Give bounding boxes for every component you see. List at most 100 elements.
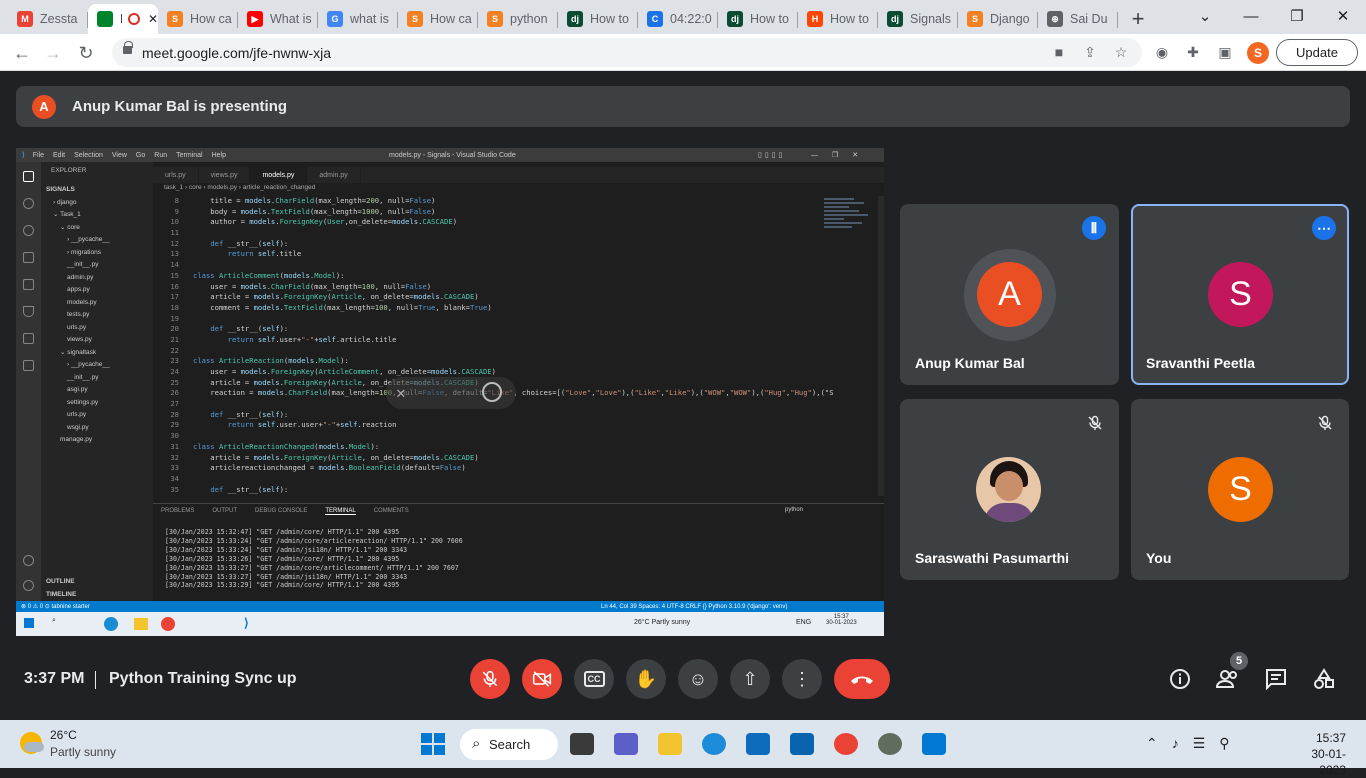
- panel-tab[interactable]: TERMINAL: [325, 508, 356, 515]
- code-line[interactable]: 34: [153, 474, 833, 485]
- minimize-button[interactable]: —: [1228, 0, 1274, 32]
- vscode-menu-item[interactable]: Help: [212, 152, 226, 159]
- explorer-item[interactable]: SIGNALS: [46, 184, 75, 195]
- back-arrow-icon[interactable]: ←: [9, 40, 35, 66]
- participant-tile[interactable]: A ⦀ Anup Kumar Bal: [900, 204, 1119, 385]
- code-line[interactable]: 13 return self.title: [153, 249, 833, 260]
- chat-icon[interactable]: [1263, 666, 1289, 692]
- code-line[interactable]: 19: [153, 314, 833, 325]
- explorer-item[interactable]: asgi.py: [67, 384, 88, 395]
- captions-button[interactable]: CC: [574, 659, 614, 699]
- outline-section[interactable]: OUTLINE: [46, 576, 75, 587]
- participant-tile[interactable]: S ⋯ Sravanthi Peetla: [1131, 204, 1349, 385]
- explorer-item[interactable]: views.py: [67, 334, 92, 345]
- close-tab-icon[interactable]: ✕: [148, 12, 158, 26]
- code-line[interactable]: 20 def __str__(self):: [153, 324, 833, 335]
- terminal-output[interactable]: [30/Jan/2023 15:32:47] "GET /admin/core/…: [153, 518, 884, 590]
- explorer-item[interactable]: ⌄ signaltask: [60, 347, 96, 358]
- camera-toggle-button[interactable]: [522, 659, 562, 699]
- browser-tab[interactable]: ▶ What is: [238, 4, 318, 34]
- new-tab-button[interactable]: +: [1118, 4, 1158, 34]
- explorer-item[interactable]: settings.py: [67, 397, 98, 408]
- browser-tab[interactable]: ⊕ Sai Du: [1038, 4, 1118, 34]
- vscode-menu-item[interactable]: Terminal: [176, 152, 202, 159]
- code-line[interactable]: 23 class ArticleReaction(models.Model):: [153, 356, 833, 367]
- browser-tab[interactable]: S Django: [958, 4, 1038, 34]
- code-line[interactable]: 22: [153, 346, 833, 357]
- explorer-item[interactable]: __init__.py: [67, 259, 98, 270]
- code-line[interactable]: 31 class ArticleReactionChanged(models.Mo…: [153, 442, 833, 453]
- mic-toggle-button[interactable]: [470, 659, 510, 699]
- forward-arrow-icon[interactable]: →: [40, 40, 66, 66]
- vscode-menu-item[interactable]: Selection: [74, 152, 103, 159]
- update-button[interactable]: Update: [1276, 39, 1358, 66]
- code-line[interactable]: 15 class ArticleComment(models.Model):: [153, 271, 833, 282]
- explorer-item[interactable]: manage.py: [60, 434, 92, 445]
- browser-tab[interactable]: Spython: [478, 4, 558, 34]
- reload-icon[interactable]: ↻: [73, 40, 99, 66]
- app-icon[interactable]: [878, 733, 902, 755]
- teams-chat-icon[interactable]: [614, 733, 638, 755]
- panel-tab[interactable]: COMMENTS: [374, 508, 409, 514]
- code-editor[interactable]: 8 title = models.CharField(max_length=20…: [153, 196, 833, 500]
- profile-avatar[interactable]: S: [1247, 42, 1269, 64]
- activities-icon[interactable]: [1311, 666, 1337, 692]
- editor-tab[interactable]: views.py: [199, 167, 251, 183]
- code-line[interactable]: 32 article = models.ForeignKey(Article, …: [153, 453, 833, 464]
- code-line[interactable]: 12 def __str__(self):: [153, 239, 833, 250]
- vscode-menu-item[interactable]: Run: [154, 152, 167, 159]
- explorer-item[interactable]: › django: [53, 197, 77, 208]
- grammarly-icon[interactable]: ◉: [1153, 43, 1171, 61]
- mail-icon[interactable]: [790, 733, 814, 755]
- timeline-section[interactable]: TIMELINE: [46, 589, 76, 600]
- more-options-icon[interactable]: ⋯: [1312, 216, 1336, 240]
- chrome-icon[interactable]: [834, 733, 858, 755]
- code-line[interactable]: 17 article = models.ForeignKey(Article, …: [153, 292, 833, 303]
- panel-tab[interactable]: PROBLEMS: [161, 508, 194, 514]
- code-line[interactable]: 28 def __str__(self):: [153, 410, 833, 421]
- explorer-item[interactable]: ⌄ core: [60, 222, 80, 233]
- explorer-item[interactable]: › __pycache__: [67, 359, 110, 370]
- code-line[interactable]: 9 body = models.TextField(max_length=100…: [153, 207, 833, 218]
- explorer-item[interactable]: › migrations: [67, 247, 101, 258]
- close-window-button[interactable]: ✕: [1320, 0, 1366, 32]
- leave-call-button[interactable]: [834, 659, 890, 699]
- bookmark-star-icon[interactable]: ☆: [1112, 43, 1130, 61]
- panel-tab[interactable]: DEBUG CONSOLE: [255, 508, 307, 514]
- browser-tab[interactable]: C 04:22:0: [638, 4, 718, 34]
- explorer-item[interactable]: ⌄ Task_1: [53, 209, 81, 220]
- code-line[interactable]: 30: [153, 431, 833, 442]
- panel-tab[interactable]: OUTPUT: [212, 508, 237, 514]
- extensions-puzzle-icon[interactable]: ✚: [1184, 43, 1202, 61]
- code-line[interactable]: 16 user = models.CharField(max_length=10…: [153, 282, 833, 293]
- vscode-menu-item[interactable]: View: [112, 152, 127, 159]
- browser-tab[interactable]: I ✕: [88, 4, 158, 34]
- taskbar-search-box[interactable]: ⌕ Search: [460, 729, 558, 760]
- edge-icon[interactable]: [702, 733, 726, 755]
- file-explorer-icon[interactable]: [658, 733, 682, 755]
- vscode-taskbar-icon[interactable]: [922, 733, 946, 755]
- editor-tab[interactable]: urls.py: [153, 167, 199, 183]
- system-tray-icons[interactable]: ⌃♪☰⚲: [1146, 735, 1244, 752]
- side-panel-icon[interactable]: ▣: [1216, 43, 1234, 61]
- editor-tab[interactable]: models.py: [250, 167, 308, 183]
- editor-scrollbar[interactable]: [878, 196, 884, 496]
- code-line[interactable]: 14: [153, 260, 833, 271]
- status-left[interactable]: ⊗ 0 ⚠ 0 ⊙ tabnine starter: [21, 603, 90, 610]
- vscode-menu-item[interactable]: Edit: [53, 152, 65, 159]
- code-line[interactable]: 11: [153, 228, 833, 239]
- extensions-icon[interactable]: [23, 279, 34, 290]
- participant-tile[interactable]: S You: [1131, 399, 1349, 580]
- explorer-item[interactable]: › __pycache__: [67, 234, 110, 245]
- code-line[interactable]: 33 articlereactionchanged = models.Boole…: [153, 463, 833, 474]
- system-clock[interactable]: 15:37 30-01-2023: [1300, 730, 1346, 778]
- explorer-item[interactable]: admin.py: [67, 272, 93, 283]
- participant-tile[interactable]: Saraswathi Pasumarthi: [900, 399, 1119, 580]
- editor-tab[interactable]: admin.py: [307, 167, 361, 183]
- share-icon[interactable]: ⇪: [1081, 43, 1099, 61]
- explorer-item[interactable]: tests.py: [67, 309, 89, 320]
- terminal-name[interactable]: python: [785, 507, 803, 513]
- windows-start-icon[interactable]: [421, 733, 445, 755]
- reactions-button[interactable]: ☺: [678, 659, 718, 699]
- explorer-item[interactable]: models.py: [67, 297, 97, 308]
